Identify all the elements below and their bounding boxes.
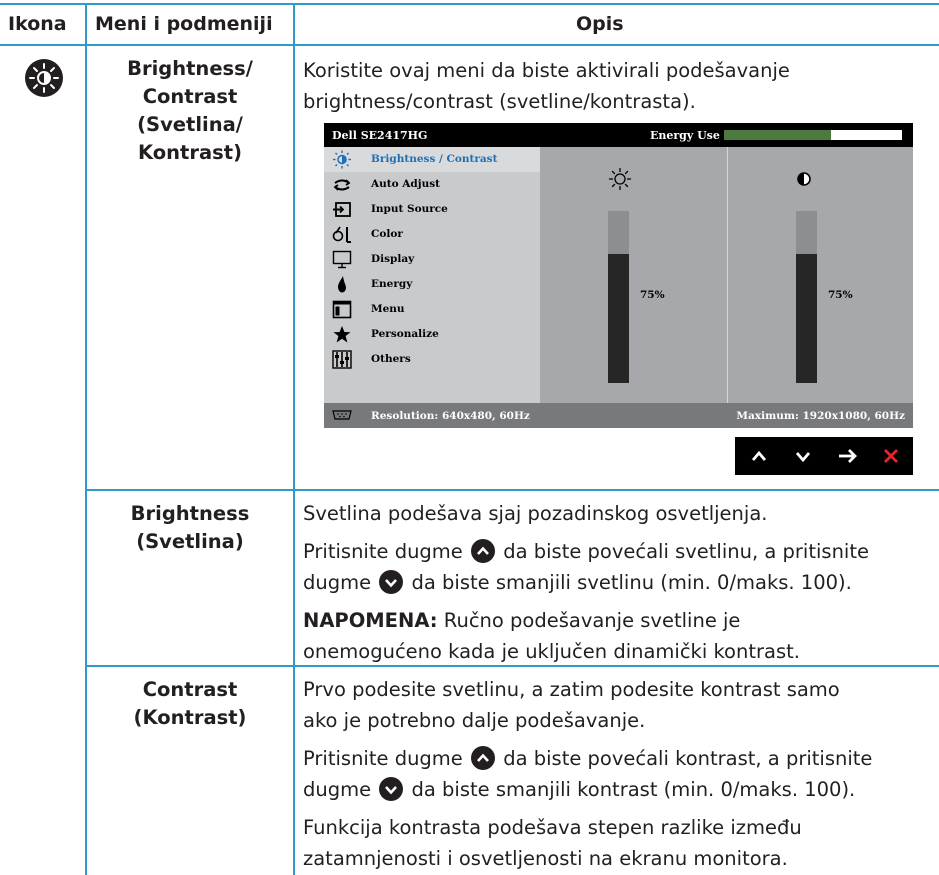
osd-contrast-pane: 75%	[727, 147, 913, 403]
osd-menu-item[interactable]: Personalize	[324, 322, 540, 347]
osd-menu-item-label: Input Source	[371, 203, 448, 215]
up-button[interactable]	[739, 437, 779, 475]
color-icon	[332, 225, 352, 244]
exit-button[interactable]	[871, 437, 911, 475]
row1-bottom-border	[85, 489, 939, 491]
osd-menu-item-label: Display	[371, 253, 415, 265]
auto-adjust-icon	[332, 175, 352, 194]
brightness-value: 75%	[640, 289, 665, 301]
down-button-icon	[379, 570, 404, 594]
osd-status-bar: Resolution: 640x480, 60Hz Maximum: 1920x…	[324, 403, 913, 428]
header-opis: Opis	[576, 13, 624, 35]
osd-menu-item[interactable]: Color	[324, 222, 540, 247]
osd-menu-item[interactable]: Energy	[324, 272, 540, 297]
table-top-border	[0, 3, 939, 5]
osd-menu-item-label: Personalize	[371, 328, 439, 340]
osd-nav-buttons	[735, 437, 913, 475]
osd-menu-item-label: Color	[371, 228, 403, 240]
osd-energy-meter	[724, 130, 902, 140]
osd-menu-item[interactable]: Input Source	[324, 197, 540, 222]
osd-screenshot: Dell SE2417HG Energy Use Brightness / Co…	[324, 123, 913, 428]
sun-icon	[608, 167, 632, 191]
osd-menu-item[interactable]: Menu	[324, 297, 540, 322]
osd-menu-item-label: Brightness / Contrast	[371, 153, 498, 165]
osd-menu-item[interactable]: Display	[324, 247, 540, 272]
osd-menu-item-label: Energy	[371, 278, 413, 290]
contrast-slider[interactable]	[796, 211, 817, 383]
up-icon	[751, 450, 767, 461]
osd-menu-item-label: Auto Adjust	[371, 178, 440, 190]
input-source-icon	[332, 200, 352, 219]
osd-model: Dell SE2417HG	[332, 129, 428, 142]
menu-contrast: Contrast (Kontrast)	[133, 678, 247, 729]
star-icon	[332, 325, 352, 344]
row2-p2: Pritisnite dugme da biste povećali svetl…	[303, 539, 869, 594]
osd-energy-label: Energy Use	[650, 129, 720, 142]
row3-p2: Pritisnite dugme da biste povećali kontr…	[303, 746, 873, 801]
osd-brightness-pane: 75%	[540, 147, 726, 403]
header-ikona: Ikona	[8, 13, 67, 35]
down-icon	[795, 452, 811, 463]
osd-menu-list: Brightness / Contrast Auto Adjust Input So…	[324, 147, 540, 403]
row3-p1: Prvo podesite svetlinu, a zatim podesite…	[303, 678, 840, 732]
down-button[interactable]	[783, 437, 823, 475]
osd-maximum: Maximum: 1920x1080, 60Hz	[736, 410, 905, 422]
right-arrow-icon	[839, 449, 857, 463]
row2-note: NAPOMENA: Ručno podešavanje svetline je …	[303, 609, 800, 663]
osd-menu-item-label: Others	[371, 353, 411, 365]
header-meni: Meni i podmeniji	[95, 13, 273, 35]
brightness-slider[interactable]	[608, 211, 629, 383]
others-icon	[332, 350, 352, 369]
connector-icon	[332, 410, 352, 420]
menu-icon	[332, 300, 352, 319]
enter-button[interactable]	[827, 437, 867, 475]
col-divider-2	[293, 3, 295, 875]
contrast-value: 75%	[828, 289, 853, 301]
osd-menu-item[interactable]: Brightness / Contrast	[324, 147, 540, 172]
menu-brightness-contrast: Brightness/ Contrast (Svetlina/ Kontrast…	[127, 57, 253, 164]
row3-description: Prvo podesite svetlinu, a zatim podesite…	[303, 674, 933, 874]
up-button-icon	[471, 539, 496, 563]
brightness-icon	[332, 150, 352, 169]
row2-description: Svetlina podešava sjaj pozadinskog osvet…	[303, 498, 933, 667]
brightness-slider-fill	[608, 254, 629, 383]
header-bottom-border	[0, 44, 939, 46]
osd-energy-fill	[724, 130, 831, 140]
row1-description: Koristite ovaj meni da biste aktivirali …	[303, 59, 790, 113]
brightness-contrast-icon	[25, 59, 63, 97]
osd-title-bar: Dell SE2417HG Energy Use	[324, 123, 913, 147]
row2-p1: Svetlina podešava sjaj pozadinskog osvet…	[303, 502, 768, 525]
down-button-icon	[379, 777, 404, 801]
up-button-icon	[471, 746, 496, 770]
row3-p3: Funkcija kontrasta podešava stepen razli…	[303, 816, 802, 870]
display-icon	[332, 250, 352, 269]
osd-menu-item[interactable]: Auto Adjust	[324, 172, 540, 197]
note-label: NAPOMENA:	[303, 609, 438, 632]
menu-brightness: Brightness (Svetlina)	[130, 502, 250, 553]
osd-menu-item-label: Menu	[371, 303, 405, 315]
close-icon	[884, 449, 898, 463]
osd-resolution: Resolution: 640x480, 60Hz	[371, 410, 530, 422]
col-divider-1	[85, 3, 87, 875]
osd-menu-item[interactable]: Others	[324, 347, 540, 372]
energy-icon	[332, 275, 352, 294]
contrast-slider-fill	[796, 254, 817, 383]
contrast-icon	[796, 171, 812, 187]
